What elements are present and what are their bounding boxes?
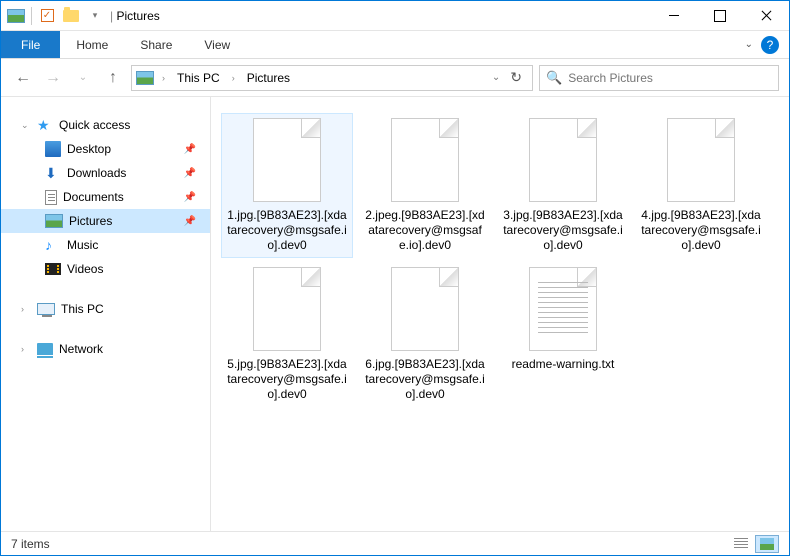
sidebar-item-documents[interactable]: Documents 📌 <box>1 185 210 209</box>
chevron-right-icon[interactable]: › <box>158 73 169 83</box>
pin-icon: 📌 <box>184 192 196 203</box>
pin-icon: 📌 <box>184 144 196 155</box>
search-icon: 🔍 <box>546 70 562 86</box>
navigation-pane: ⌄ ★ Quick access Desktop📌⬇Downloads📌Docu… <box>1 97 211 531</box>
up-button[interactable]: ↑ <box>101 66 125 90</box>
pin-icon: 📌 <box>184 216 196 227</box>
star-icon: ★ <box>37 117 53 133</box>
forward-button[interactable]: → <box>41 66 65 90</box>
location-icon <box>136 71 154 85</box>
pin-icon: 📌 <box>184 168 196 179</box>
ribbon-expand-icon[interactable]: ⌄ <box>745 39 753 50</box>
file-item[interactable]: 1.jpg.[9B83AE23].[xdatarecovery@msgsafe.… <box>221 113 353 258</box>
nav-this-pc[interactable]: › This PC <box>1 297 210 321</box>
ribbon-tab-home[interactable]: Home <box>60 31 124 58</box>
chevron-right-icon[interactable]: › <box>21 304 31 314</box>
address-dropdown-icon[interactable]: ⌄ <box>492 72 500 83</box>
nav-label: This PC <box>61 302 104 316</box>
maximize-button[interactable] <box>697 1 743 31</box>
search-box[interactable]: 🔍 <box>539 65 779 91</box>
chevron-right-icon[interactable]: › <box>228 73 239 83</box>
file-item[interactable]: 6.jpg.[9B83AE23].[xdatarecovery@msgsafe.… <box>359 262 491 407</box>
downloads-icon: ⬇ <box>45 165 61 181</box>
file-icon <box>253 118 321 202</box>
file-name: readme-warning.txt <box>512 357 615 372</box>
ribbon-tab-view[interactable]: View <box>188 31 246 58</box>
sidebar-item-pictures[interactable]: Pictures 📌 <box>1 209 210 233</box>
file-name: 1.jpg.[9B83AE23].[xdatarecovery@msgsafe.… <box>226 208 348 253</box>
qat-dropdown-icon[interactable]: ▾ <box>86 7 104 25</box>
minimize-button[interactable] <box>651 1 697 31</box>
nav-label: Desktop <box>67 142 111 156</box>
details-view-button[interactable] <box>729 535 753 553</box>
refresh-icon[interactable]: ↻ <box>510 69 522 86</box>
thumbnails-icon <box>760 538 774 550</box>
help-icon[interactable]: ? <box>761 36 779 54</box>
pc-icon <box>37 303 55 315</box>
breadcrumb-root[interactable]: This PC <box>173 69 224 87</box>
file-item[interactable]: 4.jpg.[9B83AE23].[xdatarecovery@msgsafe.… <box>635 113 767 258</box>
details-icon <box>734 538 748 550</box>
address-bar[interactable]: › This PC › Pictures ⌄ ↻ <box>131 65 533 91</box>
file-name: 5.jpg.[9B83AE23].[xdatarecovery@msgsafe.… <box>226 357 348 402</box>
nav-label: Documents <box>63 190 124 204</box>
documents-icon <box>45 190 57 205</box>
file-name: 6.jpg.[9B83AE23].[xdatarecovery@msgsafe.… <box>364 357 486 402</box>
thumbnails-view-button[interactable] <box>755 535 779 553</box>
recent-dropdown-icon[interactable]: ⌄ <box>71 66 95 90</box>
status-text: 7 items <box>11 537 50 551</box>
sidebar-item-music[interactable]: ♪ Music <box>1 233 210 257</box>
file-icon <box>253 267 321 351</box>
nav-network[interactable]: › Network <box>1 337 210 361</box>
file-item[interactable]: readme-warning.txt <box>497 262 629 407</box>
nav-label: Quick access <box>59 118 130 132</box>
desktop-icon <box>45 141 61 157</box>
nav-label: Downloads <box>67 166 126 180</box>
nav-label: Network <box>59 342 103 356</box>
file-name: 3.jpg.[9B83AE23].[xdatarecovery@msgsafe.… <box>502 208 624 253</box>
nav-label: Pictures <box>69 214 112 228</box>
ribbon-file-tab[interactable]: File <box>1 31 60 58</box>
qat-newfolder-icon[interactable] <box>62 7 80 25</box>
file-icon <box>391 118 459 202</box>
sidebar-item-desktop[interactable]: Desktop 📌 <box>1 137 210 161</box>
file-item[interactable]: 3.jpg.[9B83AE23].[xdatarecovery@msgsafe.… <box>497 113 629 258</box>
nav-label: Music <box>67 238 98 252</box>
ribbon: File Home Share View ⌄ ? <box>1 31 789 59</box>
file-icon <box>529 267 597 351</box>
status-bar: 7 items <box>1 531 789 555</box>
chevron-down-icon[interactable]: ⌄ <box>21 120 31 131</box>
search-input[interactable] <box>568 71 772 85</box>
back-button[interactable]: ← <box>11 66 35 90</box>
pictures-icon <box>45 214 63 228</box>
close-button[interactable] <box>743 1 789 31</box>
sidebar-item-downloads[interactable]: ⬇ Downloads 📌 <box>1 161 210 185</box>
music-icon: ♪ <box>45 237 61 253</box>
file-icon <box>391 267 459 351</box>
videos-icon <box>45 263 61 275</box>
network-icon <box>37 343 53 355</box>
divider <box>31 7 32 25</box>
qat-properties-icon[interactable]: ✓ <box>38 7 56 25</box>
file-item[interactable]: 5.jpg.[9B83AE23].[xdatarecovery@msgsafe.… <box>221 262 353 407</box>
app-icon <box>7 9 25 23</box>
file-list[interactable]: 1.jpg.[9B83AE23].[xdatarecovery@msgsafe.… <box>211 97 789 531</box>
sidebar-item-videos[interactable]: Videos <box>1 257 210 281</box>
ribbon-tab-share[interactable]: Share <box>124 31 188 58</box>
file-icon <box>667 118 735 202</box>
nav-quick-access[interactable]: ⌄ ★ Quick access <box>1 113 210 137</box>
file-name: 2.jpeg.[9B83AE23].[xdatarecovery@msgsafe… <box>364 208 486 253</box>
file-name: 4.jpg.[9B83AE23].[xdatarecovery@msgsafe.… <box>640 208 762 253</box>
file-icon <box>529 118 597 202</box>
file-item[interactable]: 2.jpeg.[9B83AE23].[xdatarecovery@msgsafe… <box>359 113 491 258</box>
nav-label: Videos <box>67 262 103 276</box>
chevron-right-icon[interactable]: › <box>21 344 31 354</box>
address-toolbar: ← → ⌄ ↑ › This PC › Pictures ⌄ ↻ 🔍 <box>1 59 789 97</box>
titlebar: ✓ ▾ Pictures <box>1 1 789 31</box>
window-title: Pictures <box>104 9 160 23</box>
breadcrumb-current[interactable]: Pictures <box>243 69 294 87</box>
